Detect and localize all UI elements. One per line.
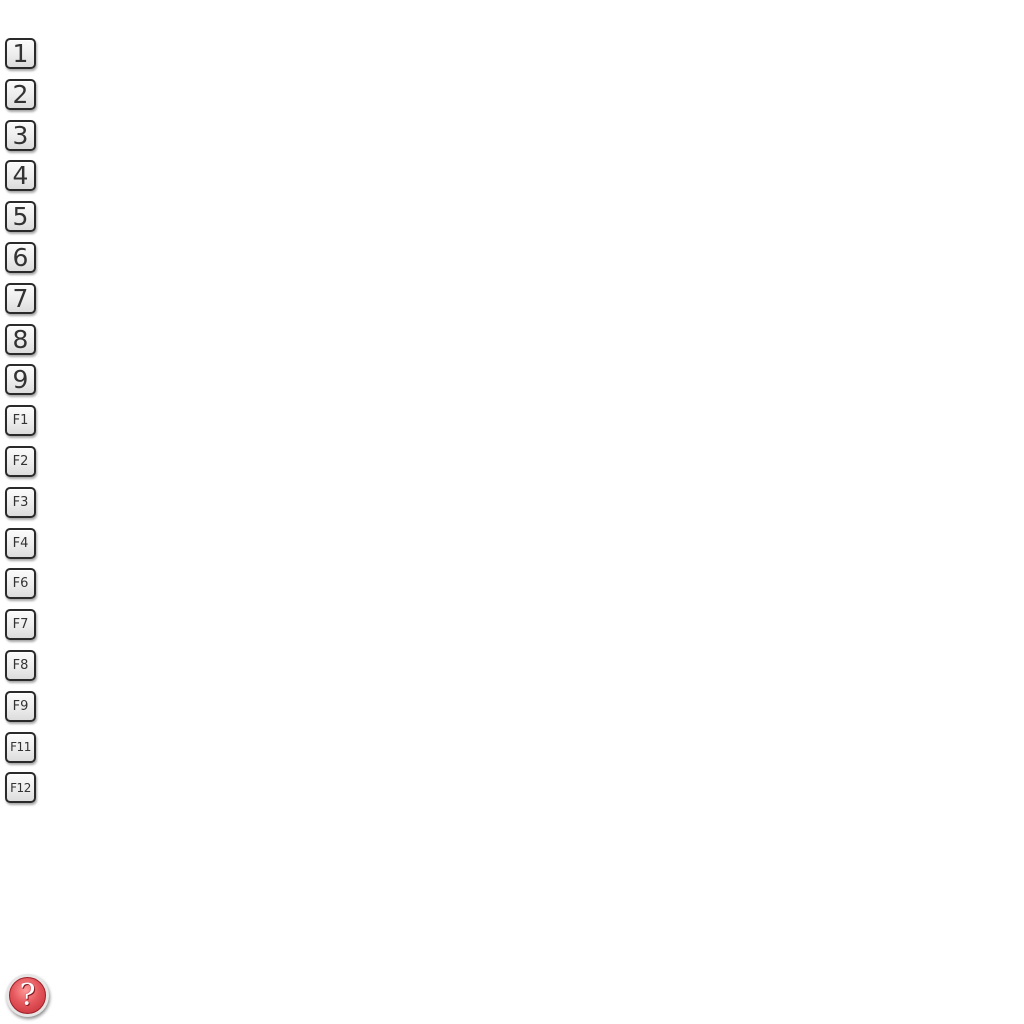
key-9[interactable]: 9 [5,364,36,396]
key-6[interactable]: 6 [5,241,36,273]
help-button[interactable]: ? [6,974,49,1017]
key-5[interactable]: 5 [5,201,36,233]
key-f4[interactable]: F4 [5,527,36,559]
key-f9[interactable]: F9 [5,690,36,722]
question-mark-icon: ? [9,977,46,1014]
key-f8[interactable]: F8 [5,649,36,681]
shortcut-key-list: 1 2 3 4 5 6 7 8 9 F1 F2 F3 F4 F6 F7 F8 F… [5,38,36,813]
key-f3[interactable]: F3 [5,486,36,518]
key-3[interactable]: 3 [5,119,36,151]
key-2[interactable]: 2 [5,78,36,110]
key-f6[interactable]: F6 [5,568,36,600]
key-1[interactable]: 1 [5,38,36,69]
key-8[interactable]: 8 [5,323,36,355]
key-f11[interactable]: F11 [5,731,36,763]
key-4[interactable]: 4 [5,160,36,192]
key-f1[interactable]: F1 [5,405,36,437]
key-f2[interactable]: F2 [5,445,36,477]
key-f12[interactable]: F12 [5,772,36,804]
key-7[interactable]: 7 [5,282,36,314]
key-f7[interactable]: F7 [5,609,36,641]
